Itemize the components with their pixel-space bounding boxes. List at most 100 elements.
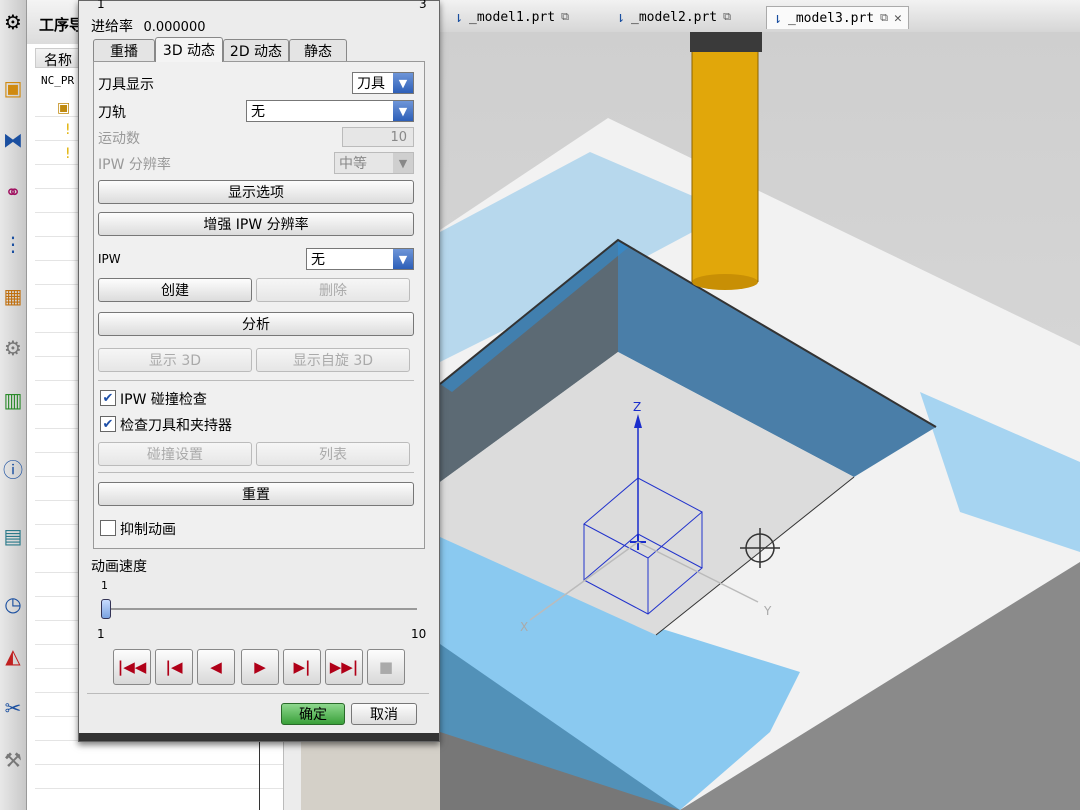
document-icon: ⧉ (561, 10, 569, 23)
ipw-collision-label: IPW 碰撞检查 (120, 392, 207, 408)
ipw-value: 无 (311, 252, 325, 268)
ok-button[interactable]: 确定 (281, 703, 345, 725)
ipw-select[interactable]: 无 ▼ (306, 248, 414, 270)
tab-model3[interactable]: ⇂ _model3.prt ⧉ ✕ (766, 6, 909, 29)
feed-rate-label: 进给率 (91, 19, 133, 35)
tool-icon: ⇂ (454, 8, 464, 26)
cancel-button[interactable]: 取消 (351, 703, 417, 725)
list-item (35, 764, 289, 789)
axis-label-y: Y (764, 604, 772, 618)
part-icon[interactable]: ▦ (0, 274, 26, 318)
column-name: 名称 (44, 53, 72, 69)
divider (87, 693, 429, 694)
step-back-button[interactable]: |◀ (155, 649, 193, 685)
show-3d-button[interactable]: 显示 3D (98, 348, 252, 372)
check-tool-holder-label: 检查刀具和夹持器 (120, 418, 232, 434)
clock-icon[interactable]: ◷ (0, 582, 26, 626)
tab-3d-dynamic[interactable]: 3D 动态 (155, 37, 223, 62)
speed-min-label: 1 (97, 627, 105, 641)
play-reverse-button[interactable]: ◀ (197, 649, 235, 685)
part-model (440, 32, 1080, 810)
chevron-down-icon[interactable]: ▼ (393, 249, 413, 269)
speed-current: 1 (101, 579, 108, 592)
info-icon[interactable]: ⓘ (0, 446, 26, 490)
toolpath-label: 刀轨 (98, 105, 126, 121)
enhance-ipw-resolution-button[interactable]: 增强 IPW 分辨率 (98, 212, 414, 236)
suppress-animation-label: 抑制动画 (120, 522, 176, 538)
cutter-tool (692, 52, 758, 282)
fast-forward-to-end-button[interactable]: ▶▶| (325, 649, 363, 685)
create-button[interactable]: 创建 (98, 278, 252, 302)
step-forward-button[interactable]: ▶| (283, 649, 321, 685)
tab-replay[interactable]: 重播 (93, 39, 155, 62)
speed-slider-thumb[interactable] (101, 599, 111, 619)
delete-button[interactable]: 删除 (256, 278, 410, 302)
assembly-icon[interactable]: ⚙ (0, 326, 26, 370)
tool-icon: ⇂ (773, 9, 783, 27)
ipw-label: IPW (98, 252, 121, 266)
file-tab-bar: ⇂ _model1.prt ⧉ ⇂ _model2.prt ⧉ ⇂ _model… (440, 0, 1080, 33)
gear-icon[interactable]: ⚙ (0, 0, 26, 44)
tab-model1[interactable]: ⇂ _model1.prt ⧉ (448, 6, 575, 28)
ipw-resolution-value: 中等 (339, 156, 367, 172)
tab-static[interactable]: 静态 (289, 39, 347, 62)
analyze-button[interactable]: 分析 (98, 312, 414, 336)
chevron-down-icon[interactable]: ▼ (393, 153, 413, 173)
tool-icon: ⇂ (616, 8, 626, 26)
tool-display-value: 刀具 (357, 76, 385, 92)
speed-max-label: 10 (411, 627, 427, 641)
ipw-collision-checkbox[interactable]: ✔ (100, 390, 116, 406)
feed-rate-row: 进给率 0.000000 (91, 16, 205, 36)
left-toolbar: ⚙ ▣ ⧓ ⚭ ⋮ ▦ ⚙ ▥ ⓘ ▤ ◷ ◭ ✂ ⚒ (0, 0, 27, 810)
nav-root-item[interactable]: NC_PR (41, 74, 74, 87)
rewind-to-start-button[interactable]: |◀◀ (113, 649, 151, 685)
collision-settings-button[interactable]: 碰撞设置 (98, 442, 252, 466)
tab-label: _model3.prt (788, 10, 875, 26)
wrench-icon[interactable]: ⚒ (0, 738, 26, 782)
tab-model2[interactable]: ⇂ _model2.prt ⧉ (610, 6, 737, 28)
tab-label: _model2.prt (631, 9, 718, 25)
play-forward-button[interactable]: ▶ (241, 649, 279, 685)
check-tool-holder-checkbox[interactable]: ✔ (100, 416, 116, 432)
divider (98, 380, 414, 381)
slider-top-left: 1 (97, 0, 105, 11)
suppress-animation-checkbox[interactable] (100, 520, 116, 536)
speed-slider-track[interactable] (101, 608, 417, 610)
document-icon: ⧉ (723, 10, 731, 23)
chevron-down-icon[interactable]: ▼ (393, 73, 413, 93)
show-spin-3d-button[interactable]: 显示自旋 3D (256, 348, 410, 372)
document-icon: ⧉ (880, 11, 888, 24)
graphics-viewport[interactable]: Z X Y (440, 32, 1080, 810)
document-icon[interactable]: ▤ (0, 514, 26, 558)
toolpath-value: 无 (251, 104, 265, 120)
stop-button[interactable]: ■ (367, 649, 405, 685)
dialog-bottom-edge (79, 733, 439, 741)
list-item (35, 740, 289, 765)
tab-label: _model1.prt (469, 9, 556, 25)
chevron-down-icon[interactable]: ▼ (393, 101, 413, 121)
geometry-icon[interactable]: ⋮ (0, 222, 26, 266)
tab-panel: 刀具显示 刀具 ▼ 刀轨 无 ▼ 运动数 10 IPW 分辨率 中等 ▼ 显示选… (93, 61, 425, 549)
ipw-resolution-label: IPW 分辨率 (98, 157, 171, 173)
color-palette-icon[interactable]: ◭ (0, 634, 26, 678)
machine-tool-icon[interactable]: ⧓ (0, 118, 26, 162)
display-options-button[interactable]: 显示选项 (98, 180, 414, 204)
toolpath-select[interactable]: 无 ▼ (246, 100, 414, 122)
animation-speed-label: 动画速度 (91, 559, 147, 575)
motions-field[interactable]: 10 (342, 127, 414, 147)
tool-icon[interactable]: ✂ (0, 686, 26, 730)
divider (98, 472, 414, 473)
axis-label-x: X (520, 620, 529, 634)
ipw-resolution-select[interactable]: 中等 ▼ (334, 152, 414, 174)
method-icon[interactable]: ⚭ (0, 170, 26, 214)
operation-navigator-icon[interactable]: ▣ (0, 66, 26, 110)
library-icon[interactable]: ▥ (0, 378, 26, 422)
feed-rate-value: 0.000000 (143, 20, 206, 35)
tab-2d-dynamic[interactable]: 2D 动态 (223, 39, 289, 62)
tool-display-select[interactable]: 刀具 ▼ (352, 72, 414, 94)
column-divider (259, 740, 260, 810)
list-button[interactable]: 列表 (256, 442, 410, 466)
close-icon[interactable]: ✕ (894, 11, 902, 26)
motions-label: 运动数 (98, 131, 140, 147)
reset-button[interactable]: 重置 (98, 482, 414, 506)
